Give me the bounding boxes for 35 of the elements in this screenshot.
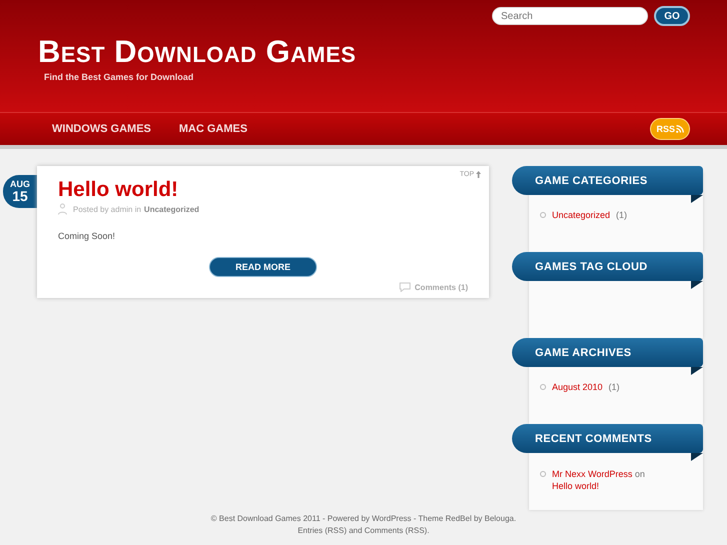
ribbon-fold-icon	[691, 195, 703, 203]
speech-bubble-icon	[398, 282, 411, 292]
bullet-icon	[540, 212, 546, 218]
comment-post-link[interactable]: Hello world!	[552, 481, 600, 491]
bullet-icon	[540, 384, 546, 390]
post-meta: Posted by admin in	[73, 204, 142, 214]
widget-title: GAMES TAG CLOUD	[535, 260, 648, 272]
post-body: Coming Soon!	[58, 231, 116, 241]
nav-link[interactable]: MAC GAMES	[179, 123, 248, 135]
widget-title: GAME CATEGORIES	[535, 174, 648, 186]
ribbon-fold-icon	[691, 281, 703, 289]
bullet-icon	[540, 471, 546, 477]
category-link[interactable]: Uncategorized	[144, 204, 200, 214]
up-arrow-icon	[476, 171, 481, 178]
site-tagline: Find the Best Games for Download	[44, 72, 195, 82]
widget-title: RECENT COMMENTS	[535, 432, 652, 444]
go-button[interactable]: GO	[654, 6, 690, 26]
ribbon-fold-icon	[691, 367, 703, 375]
read-more-button[interactable]: READ MORE	[209, 257, 317, 277]
user-icon	[58, 203, 67, 215]
comment-author-link[interactable]: Mr Nexx WordPress	[552, 469, 632, 479]
feed-icon	[676, 125, 684, 133]
search-field[interactable]: Search	[492, 7, 648, 25]
footer-credits: © Best Download Games 2011 - Powered by WordPress - Theme RedBel by Belouga.	[210, 513, 518, 525]
ribbon-fold-icon	[691, 453, 703, 461]
widget-title: GAME ARCHIVES	[535, 346, 632, 358]
nav-link[interactable]: WINDOWS GAMES	[52, 123, 151, 135]
footer-feeds: Entries (RSS) and Comments (RSS).	[296, 525, 430, 537]
item-count: (1)	[616, 210, 628, 220]
widget-link[interactable]: Uncategorized	[552, 210, 610, 220]
item-count: (1)	[608, 382, 620, 392]
widget-link[interactable]: August 2010	[552, 382, 603, 392]
comment-on-text: on	[634, 469, 645, 479]
site-title[interactable]: Best Download Games	[38, 34, 356, 70]
post-title[interactable]: Hello world!	[58, 178, 468, 202]
